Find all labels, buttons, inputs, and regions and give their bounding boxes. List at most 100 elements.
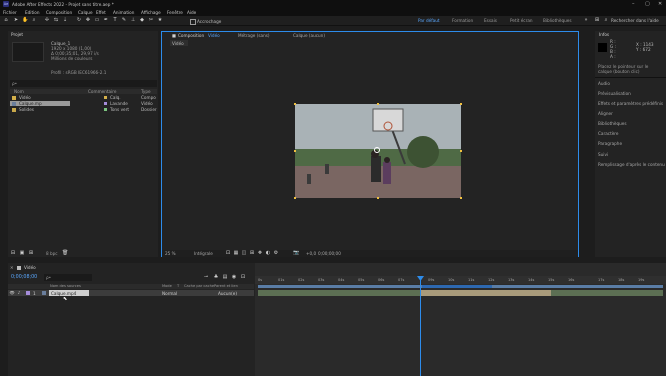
composition-tab[interactable]: Composition [178,33,204,38]
label-color-swatch-2[interactable] [104,108,107,111]
rotate-tool-icon[interactable]: ↻ [76,17,82,23]
search-icon[interactable]: ⌕ [603,17,609,23]
exposure-value[interactable]: +0,0 [306,251,316,256]
zoom-tool-icon[interactable]: ⌕ [31,17,37,23]
comp-subtab[interactable]: Vidéo [172,41,184,46]
project-item-name-0[interactable]: Vidéo [19,95,31,100]
transform-handle-br[interactable] [460,197,462,199]
transparency-grid-icon[interactable]: ▦ [233,250,239,256]
interpret-footage-icon[interactable]: ⊟ [10,250,16,256]
pan-tool-icon[interactable]: ⇆ [53,17,59,23]
workspace-libraries[interactable]: Bibliothèques [543,18,572,23]
shy-layers-icon[interactable]: ♣ [213,274,219,280]
transform-handle-bl[interactable] [294,197,296,199]
menu-effect[interactable]: Effet [96,10,106,15]
grid-guides-icon[interactable]: ⊞ [249,250,255,256]
close-button[interactable]: ✕ [658,1,662,7]
fast-preview-icon[interactable]: ⚙ [273,250,279,256]
menu-view[interactable]: Affichage [141,10,161,15]
more-workspaces-icon[interactable]: » [583,17,589,23]
transform-handle-tc[interactable] [377,103,379,105]
transform-handle-tr[interactable] [460,103,462,105]
anchor-point-icon[interactable] [374,147,380,153]
help-search-field[interactable]: Rechercher dans l'aide [611,18,659,23]
panel-preview[interactable]: Prévisualisation [598,91,631,96]
puppet-tool-icon[interactable]: ★ [157,17,163,23]
timeline-timecode[interactable]: 0;00;08;00 [11,275,37,280]
info-tab[interactable]: Infos [599,32,609,37]
menu-help[interactable]: Aide [187,10,196,15]
panel-content-aware-fill[interactable]: Remplissage d'après le contenu [598,162,665,167]
comp-flowchart-icon[interactable]: ⊸ [203,274,209,280]
timeline-col-cache[interactable]: Cache par cache [184,284,214,289]
timeline-col-parent[interactable]: Parent et lien [214,284,238,289]
playhead-line[interactable] [420,276,421,376]
comp-timecode[interactable]: 0;00;00;00 [318,251,341,256]
time-ruler[interactable] [255,276,666,284]
motion-blur-icon[interactable]: ◉ [231,274,237,280]
delete-icon[interactable]: 🗑 [62,250,68,256]
graph-editor-icon[interactable]: ⊡ [240,274,246,280]
label-color-swatch-0[interactable] [104,96,107,99]
hand-tool-icon[interactable]: ✋ [22,17,28,23]
transform-handle-tl[interactable] [294,103,296,105]
clone-tool-icon[interactable]: ⊥ [130,17,136,23]
dolly-tool-icon[interactable]: ⇣ [62,17,68,23]
brush-tool-icon[interactable]: ✎ [121,17,127,23]
layer-mode-dropdown[interactable]: Normal [162,291,177,296]
project-item-name-2[interactable]: Solides [19,107,34,112]
panel-audio[interactable]: Audio [598,81,610,86]
workspace-essentials[interactable]: Essais [484,18,497,23]
region-icon[interactable]: ⊡ [225,250,231,256]
roto-tool-icon[interactable]: ✂ [148,17,154,23]
timeline-search-input[interactable] [44,274,92,281]
panel-paragraph[interactable]: Paragraphe [598,141,622,146]
exposure-icon[interactable]: ◐ [265,250,271,256]
panel-effects-presets[interactable]: Effets et paramètres prédéfinis [598,101,663,106]
menu-composition[interactable]: Composition [46,10,72,15]
snapshot-icon[interactable]: 📷 [293,250,299,256]
menu-window[interactable]: Fenêtre [167,10,183,15]
timeline-col-source[interactable]: Nom des sources [50,284,81,289]
transform-handle-ml[interactable] [294,150,296,152]
transform-handle-bc[interactable] [377,197,379,199]
menu-file[interactable]: Fichier [3,10,17,15]
orbit-tool-icon[interactable]: ✢ [44,17,50,23]
zoom-dropdown[interactable]: 25 % [165,251,176,256]
resolution-dropdown[interactable]: Intégrale [194,251,213,256]
composition-tab-name[interactable]: Vidéo [208,33,220,38]
pen-tool-icon[interactable]: ✒ [103,17,109,23]
home-icon[interactable]: ⌂ [3,17,9,23]
project-col-label[interactable]: Commentaire [88,89,116,94]
rectangle-tool-icon[interactable]: ▭ [94,17,100,23]
menu-layer[interactable]: Calque [78,10,93,15]
workspace-default[interactable]: Par défaut [418,18,440,23]
selection-tool-icon[interactable]: ➤ [13,17,19,23]
panel-character[interactable]: Caractère [598,131,619,136]
timeline-col-mode[interactable]: Mode [162,284,172,289]
text-tool-icon[interactable]: T [112,17,118,23]
footage-tab[interactable]: Métrage (sans) [238,33,270,38]
panel-libraries[interactable]: Bibliothèques [598,121,627,126]
project-item-name-1[interactable]: Calque.mp [19,101,42,106]
workspace-learn[interactable]: Formation [452,18,473,23]
panel-tracker[interactable]: Suivi [598,152,608,157]
workspace-small-screen[interactable]: Petit écran [510,18,533,23]
mask-visibility-icon[interactable]: ◫ [241,250,247,256]
panel-align[interactable]: Aligner [598,111,613,116]
new-folder-icon[interactable]: ▣ [19,250,25,256]
layer-label-swatch[interactable] [26,291,30,295]
minimize-button[interactable]: – [632,1,635,7]
menu-animation[interactable]: Animation [113,10,134,15]
workspace-menu-icon[interactable]: ⊞ [594,17,600,23]
project-col-type[interactable]: Type [141,89,151,94]
project-col-name[interactable]: Nom [14,89,24,94]
transform-handle-mr[interactable] [460,150,462,152]
bit-depth-button[interactable]: 8 bpc [46,251,58,256]
anchor-tool-icon[interactable]: ✥ [85,17,91,23]
label-color-swatch-1[interactable] [104,102,107,105]
snap-checkbox[interactable] [190,19,196,25]
layer-audio-icon[interactable]: ♪ [16,290,22,296]
new-comp-icon[interactable]: ⊞ [28,250,34,256]
layer-name[interactable]: Calque.mp4 [51,291,76,296]
